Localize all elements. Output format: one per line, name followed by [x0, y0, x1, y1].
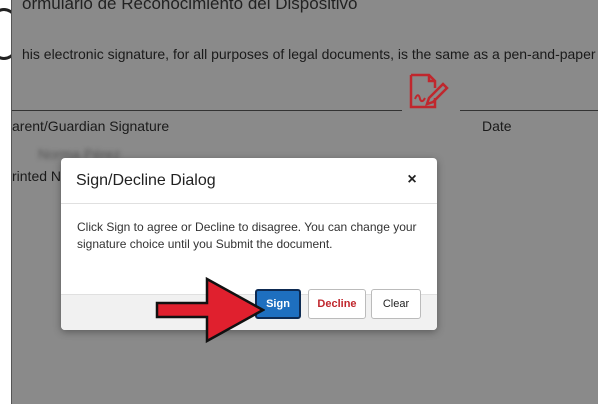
red-pointer-arrow: [155, 276, 265, 344]
date-line: [460, 110, 598, 111]
document-title: ormulario de Reconocimiento del Disposit…: [22, 0, 358, 13]
left-edge-strip: [0, 0, 22, 404]
close-button[interactable]: ×: [403, 171, 421, 189]
signature-label: arent/Guardian Signature: [12, 118, 170, 134]
signature-document-icon[interactable]: [407, 72, 449, 110]
printed-name-label: rinted N: [12, 168, 62, 184]
dialog-title: Sign/Decline Dialog: [76, 172, 216, 189]
date-label: Date: [482, 118, 512, 134]
dialog-header: Sign/Decline Dialog ×: [61, 158, 437, 204]
signature-statement: his electronic signature, for all purpos…: [22, 46, 596, 62]
decline-button[interactable]: Decline: [308, 289, 366, 319]
clear-button[interactable]: Clear: [371, 289, 421, 319]
signature-line: [12, 110, 402, 111]
